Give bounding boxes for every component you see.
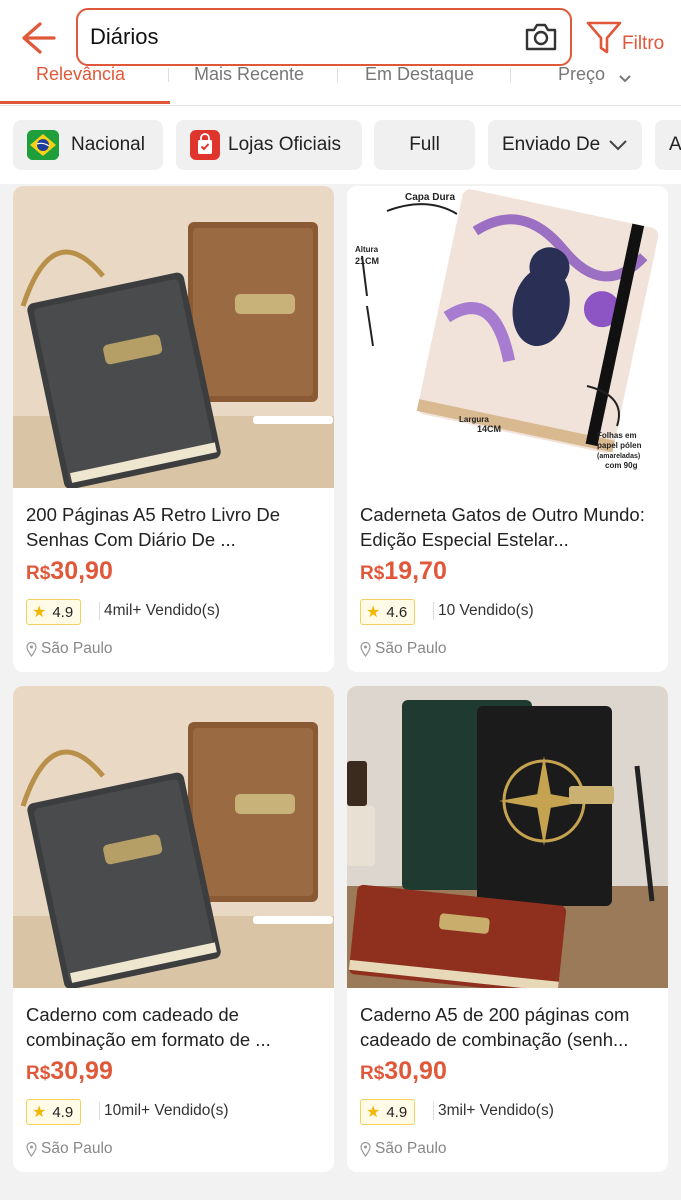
product-card[interactable]: Caderno A5 de 200 páginas com cadeado de… bbox=[347, 686, 668, 1172]
filter-button[interactable]: Filtro bbox=[622, 33, 664, 55]
product-card[interactable]: Caderno com cadeado de combinação em for… bbox=[13, 686, 334, 1172]
currency: R$ bbox=[360, 563, 385, 584]
chevron-down-icon bbox=[609, 140, 627, 151]
product-price: R$30,90 bbox=[26, 557, 113, 586]
product-image-leather-notebooks bbox=[13, 186, 334, 488]
image-text: com 90g bbox=[605, 461, 638, 470]
price-value: 19,70 bbox=[384, 557, 447, 585]
divider bbox=[337, 68, 338, 82]
chip-official-stores[interactable]: Lojas Oficiais bbox=[176, 120, 362, 170]
star-icon: ★ bbox=[366, 1104, 381, 1121]
location-pin-icon bbox=[360, 1141, 371, 1157]
chip-label: Full bbox=[409, 134, 440, 155]
image-text: Largura bbox=[459, 415, 489, 424]
location: São Paulo bbox=[26, 1140, 113, 1158]
product-card[interactable]: 200 Páginas A5 Retro Livro De Senhas Com… bbox=[13, 186, 334, 672]
chevron-down-icon bbox=[619, 75, 631, 83]
image-text: 14CM bbox=[477, 424, 501, 434]
image-text: Capa Dura bbox=[405, 192, 455, 203]
top-bar: Diários Filtro Relevância Mais Recente E… bbox=[0, 0, 681, 106]
currency: R$ bbox=[360, 1063, 385, 1084]
chip-label: Lojas Oficiais bbox=[228, 134, 341, 155]
divider bbox=[168, 68, 169, 82]
product-price: R$19,70 bbox=[360, 557, 447, 586]
filter-chips: Nacional Lojas Oficiais Full Enviado De … bbox=[0, 106, 681, 184]
sort-tabs: Relevância Mais Recente Em Destaque Preç… bbox=[0, 66, 681, 106]
price-value: 30,99 bbox=[50, 1057, 113, 1085]
location-text: São Paulo bbox=[375, 640, 447, 657]
rating-badge: ★ 4.9 bbox=[26, 599, 82, 625]
price-value: 30,90 bbox=[50, 557, 113, 585]
search-query: Diários bbox=[90, 24, 159, 49]
image-text: Folhas em bbox=[597, 431, 637, 440]
currency: R$ bbox=[26, 563, 51, 584]
currency: R$ bbox=[26, 1063, 51, 1084]
rating-badge: ★ 4.9 bbox=[26, 1099, 82, 1125]
rating-value: 4.9 bbox=[52, 1103, 74, 1121]
product-title: Caderno com cadeado de combinação em for… bbox=[26, 1004, 271, 1050]
image-text: 21CM bbox=[355, 256, 379, 266]
location: São Paulo bbox=[360, 1140, 447, 1158]
image-text: (amareladas) bbox=[597, 453, 640, 460]
chip-label: Nacional bbox=[71, 134, 145, 155]
location-text: São Paulo bbox=[41, 640, 113, 657]
rating-badge: ★ 4.9 bbox=[360, 1099, 416, 1125]
product-title: Caderno A5 de 200 páginas com cadeado de… bbox=[360, 1004, 630, 1050]
tab-most-recent[interactable]: Mais Recente bbox=[194, 66, 304, 85]
brazil-flag-icon bbox=[27, 130, 59, 160]
image-text: Altura bbox=[355, 245, 379, 254]
divider bbox=[510, 68, 511, 82]
tab-featured[interactable]: Em Destaque bbox=[365, 66, 474, 85]
camera-icon[interactable] bbox=[524, 21, 558, 53]
rating-badge: ★ 4.6 bbox=[360, 599, 416, 625]
chip-label: A bbox=[669, 134, 681, 155]
sold-count: 3mil+ Vendido(s) bbox=[433, 1102, 554, 1120]
active-tab-indicator bbox=[0, 101, 170, 104]
location-pin-icon bbox=[26, 641, 37, 657]
sold-count: 10 Vendido(s) bbox=[433, 602, 534, 620]
product-title: 200 Páginas A5 Retro Livro De Senhas Com… bbox=[26, 504, 281, 550]
location-text: São Paulo bbox=[41, 1140, 113, 1157]
star-icon: ★ bbox=[32, 604, 47, 621]
search-input[interactable]: Diários bbox=[76, 8, 572, 66]
location-pin-icon bbox=[360, 641, 371, 657]
product-image-cat-notebook: Capa Dura Altura 21CM Largura 14CM Folha… bbox=[347, 186, 668, 488]
tab-price[interactable]: Preço bbox=[558, 66, 605, 85]
star-icon: ★ bbox=[32, 1104, 47, 1121]
back-arrow-icon[interactable] bbox=[18, 18, 58, 58]
star-icon: ★ bbox=[366, 604, 381, 621]
chip-label: Enviado De bbox=[502, 134, 601, 155]
location-text: São Paulo bbox=[375, 1140, 447, 1157]
sold-count: 4mil+ Vendido(s) bbox=[99, 602, 220, 620]
rating-value: 4.9 bbox=[386, 1103, 408, 1121]
chip-full[interactable]: Full bbox=[374, 120, 475, 170]
product-card[interactable]: Capa Dura Altura 21CM Largura 14CM Folha… bbox=[347, 186, 668, 672]
location: São Paulo bbox=[360, 640, 447, 658]
chip-national[interactable]: Nacional bbox=[13, 120, 163, 170]
location: São Paulo bbox=[26, 640, 113, 658]
rating-value: 4.9 bbox=[52, 603, 74, 621]
sold-count: 10mil+ Vendido(s) bbox=[99, 1102, 229, 1120]
product-price: R$30,90 bbox=[360, 1057, 447, 1086]
product-price: R$30,99 bbox=[26, 1057, 113, 1086]
product-title: Caderneta Gatos de Outro Mundo: Edição E… bbox=[360, 504, 645, 550]
location-pin-icon bbox=[26, 1141, 37, 1157]
rating-value: 4.6 bbox=[386, 603, 408, 621]
product-image-compass-notebooks bbox=[347, 686, 668, 988]
shopping-bag-icon bbox=[190, 130, 220, 160]
price-value: 30,90 bbox=[384, 1057, 447, 1085]
tab-relevance[interactable]: Relevância bbox=[36, 66, 125, 85]
chip-partial[interactable]: A bbox=[655, 120, 681, 170]
filter-icon[interactable] bbox=[584, 18, 624, 58]
image-text: papel pólen bbox=[597, 441, 642, 450]
chip-shipped-from[interactable]: Enviado De bbox=[488, 120, 642, 170]
product-image-leather-notebooks bbox=[13, 686, 334, 988]
